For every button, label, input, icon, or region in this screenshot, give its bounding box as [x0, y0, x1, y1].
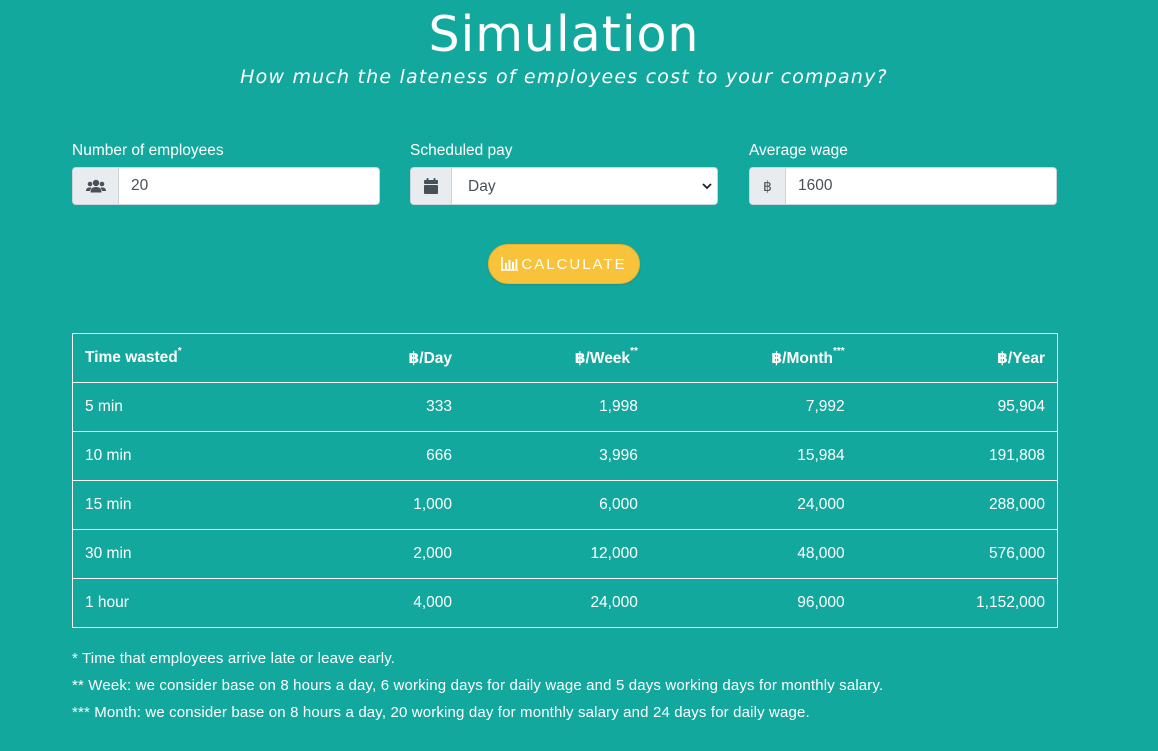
employees-label: Number of employees	[72, 142, 224, 159]
table-header-row: Time wasted* ฿/Day ฿/Week** ฿/Month*** ฿…	[72, 333, 1058, 383]
users-icon	[73, 168, 119, 204]
cell-year: 95,904	[856, 382, 1058, 432]
scheduled-pay-field: Scheduled pay Day	[410, 141, 718, 205]
cell-week: 6,000	[464, 480, 650, 530]
footnote-month: *** Month: we consider base on 8 hours a…	[72, 704, 810, 721]
cell-day: 4,000	[277, 578, 465, 628]
scheduled-pay-label: Scheduled pay	[410, 142, 513, 159]
cell-time: 15 min	[72, 480, 278, 530]
cell-month: 48,000	[649, 529, 857, 579]
cell-time: 30 min	[72, 529, 278, 579]
cell-month: 15,984	[649, 431, 857, 481]
header-per-week: ฿/Week**	[464, 333, 650, 383]
wage-field: Average wage ฿	[749, 141, 1057, 205]
cell-month: 7,992	[649, 382, 857, 432]
cell-year: 1,152,000	[856, 578, 1058, 628]
cell-month: 24,000	[649, 480, 857, 530]
chart-bar-icon	[501, 257, 519, 271]
page-subtitle: How much the lateness of employees cost …	[240, 66, 888, 88]
cell-day: 2,000	[277, 529, 465, 579]
table-row: 10 min 666 3,996 15,984 191,808	[72, 431, 1058, 481]
scheduled-pay-select[interactable]: Day	[452, 168, 717, 204]
cell-year: 191,808	[856, 431, 1058, 481]
header-per-month: ฿/Month***	[649, 333, 857, 383]
cell-time: 5 min	[72, 382, 278, 432]
cell-day: 666	[277, 431, 465, 481]
cell-day: 1,000	[277, 480, 465, 530]
footnote-time-wasted: * Time that employees arrive late or lea…	[72, 650, 396, 667]
employees-input-group	[72, 167, 380, 205]
cell-week: 3,996	[464, 431, 650, 481]
cell-day: 333	[277, 382, 465, 432]
wage-label: Average wage	[749, 142, 848, 159]
page-title: Simulation	[428, 6, 700, 63]
calculate-button[interactable]: CALCULATE	[488, 244, 640, 284]
calculate-button-label: CALCULATE	[521, 255, 627, 273]
table-row: 30 min 2,000 12,000 48,000 576,000	[72, 529, 1058, 579]
employees-field: Number of employees	[72, 141, 380, 205]
wage-input[interactable]	[786, 168, 1056, 204]
cell-year: 576,000	[856, 529, 1058, 579]
cell-time: 1 hour	[72, 578, 278, 628]
footnote-week: ** Week: we consider base on 8 hours a d…	[72, 677, 884, 694]
calendar-icon	[411, 168, 452, 204]
cell-month: 96,000	[649, 578, 857, 628]
scheduled-pay-select-wrap: Day	[452, 168, 717, 204]
cell-week: 12,000	[464, 529, 650, 579]
footnotes: * Time that employees arrive late or lea…	[72, 645, 883, 726]
cell-year: 288,000	[856, 480, 1058, 530]
cell-week: 1,998	[464, 382, 650, 432]
header-per-day: ฿/Day	[277, 333, 465, 383]
scheduled-pay-input-group: Day	[410, 167, 718, 205]
header-per-year: ฿/Year	[856, 333, 1058, 383]
baht-symbol: ฿	[750, 168, 786, 204]
table-row: 15 min 1,000 6,000 24,000 288,000	[72, 480, 1058, 530]
table-row: 5 min 333 1,998 7,992 95,904	[72, 382, 1058, 432]
table-row: 1 hour 4,000 24,000 96,000 1,152,000	[72, 578, 1058, 628]
wage-input-group: ฿	[749, 167, 1057, 205]
employees-input[interactable]	[119, 168, 379, 204]
header-time-wasted: Time wasted*	[72, 333, 278, 383]
cell-week: 24,000	[464, 578, 650, 628]
cell-time: 10 min	[72, 431, 278, 481]
results-table: Time wasted* ฿/Day ฿/Week** ฿/Month*** ฿…	[72, 333, 1058, 628]
